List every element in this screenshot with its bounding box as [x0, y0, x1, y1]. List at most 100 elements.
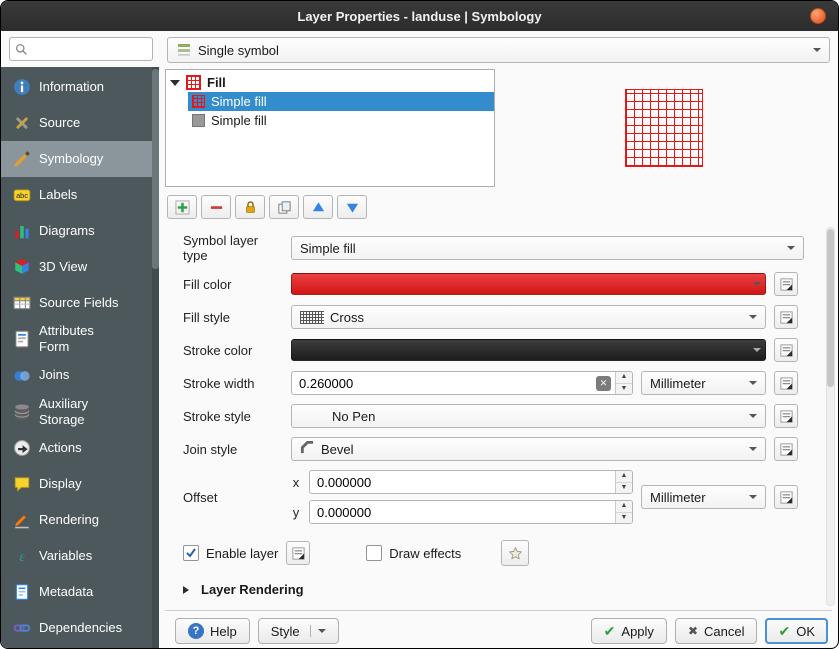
check-icon: ✔: [604, 623, 616, 640]
fill-style-override-button[interactable]: [774, 305, 798, 329]
offset-label: Offset: [183, 490, 283, 505]
star-icon: [508, 546, 523, 561]
join-style-value: Bevel: [321, 442, 354, 457]
renderer-combo[interactable]: Single symbol: [167, 37, 830, 63]
stroke-width-override-button[interactable]: [774, 371, 798, 395]
stroke-style-combo[interactable]: No Pen: [291, 404, 766, 428]
symbol-tree-root[interactable]: Fill: [166, 73, 494, 92]
minus-icon: [209, 200, 224, 215]
lock-colors-button[interactable]: [235, 195, 265, 219]
stroke-width-spin-buttons[interactable]: ▲▼: [615, 372, 632, 394]
data-defined-icon: [779, 310, 794, 325]
sidebar-item-labels[interactable]: abc Labels: [1, 177, 159, 213]
metadata-icon: [13, 583, 31, 601]
stroke-width-unit-combo[interactable]: Millimeter: [641, 371, 766, 395]
data-defined-icon: [779, 409, 794, 424]
stroke-width-input[interactable]: [292, 376, 596, 391]
dependencies-icon: [13, 619, 31, 637]
titlebar[interactable]: Layer Properties - landuse | Symbology: [1, 1, 838, 31]
sidebar-scrollbar[interactable]: [152, 67, 159, 649]
data-defined-icon: [779, 490, 794, 505]
stroke-width-spinbox: ✕ ▲▼: [291, 371, 633, 395]
fill-color-label: Fill color: [183, 277, 283, 292]
sidebar-item-variables[interactable]: ε Variables: [1, 538, 159, 574]
help-icon: ?: [188, 623, 204, 639]
close-button[interactable]: [810, 8, 826, 24]
cancel-button[interactable]: ✖ Cancel: [675, 618, 758, 644]
sidebar-item-source-fields[interactable]: Source Fields: [1, 285, 159, 321]
layer-options-row: Enable layer Draw effects: [183, 540, 832, 566]
duplicate-symbol-layer-button[interactable]: [269, 195, 299, 219]
ok-button[interactable]: ✔ OK: [765, 618, 828, 644]
draw-effects-label: Draw effects: [389, 546, 461, 561]
sidebar-item-diagrams[interactable]: Diagrams: [1, 213, 159, 249]
style-dropdown[interactable]: [310, 625, 326, 637]
sidebar: Information Source Symbology abc Labels …: [1, 67, 159, 649]
fill-style-combo[interactable]: Cross: [291, 305, 766, 329]
stroke-width-label: Stroke width: [183, 376, 283, 391]
sidebar-item-actions[interactable]: Actions: [1, 430, 159, 466]
auxiliary-storage-icon: [13, 403, 31, 421]
clear-icon[interactable]: ✕: [596, 376, 611, 391]
sidebar-item-information[interactable]: Information: [1, 69, 159, 105]
join-style-combo[interactable]: Bevel: [291, 437, 766, 461]
fill-color-override-button[interactable]: [774, 272, 798, 296]
draw-effects-checkbox[interactable]: Draw effects: [366, 545, 461, 561]
sidebar-item-dependencies[interactable]: Dependencies: [1, 610, 159, 646]
symbol-layer-label: Simple fill: [211, 94, 267, 109]
sidebar-item-metadata[interactable]: Metadata: [1, 574, 159, 610]
dialog-footer: ? Help Style ✔ Apply ✖ Cancel ✔: [165, 618, 832, 644]
fill-color-button[interactable]: [291, 273, 766, 295]
offset-unit-combo[interactable]: Millimeter: [641, 485, 766, 509]
offset-x-spinbox: ▲▼: [309, 470, 633, 494]
chevron-down-icon: [749, 414, 757, 422]
sidebar-item-joins[interactable]: Joins: [1, 358, 159, 394]
move-up-button[interactable]: [303, 195, 333, 219]
sidebar-item-source[interactable]: Source: [1, 105, 159, 141]
search-input[interactable]: [32, 42, 147, 56]
apply-button[interactable]: ✔ Apply: [591, 618, 667, 644]
style-button[interactable]: Style: [258, 618, 339, 644]
information-icon: [13, 78, 31, 96]
offset-x-spin-buttons[interactable]: ▲▼: [615, 471, 632, 493]
offset-x-input[interactable]: [310, 475, 615, 490]
offset-y-input[interactable]: [310, 505, 615, 520]
layer-rendering-section[interactable]: Layer Rendering: [183, 582, 832, 597]
effects-options-button[interactable]: [501, 540, 529, 566]
sidebar-item-rendering[interactable]: Rendering: [1, 502, 159, 538]
chevron-down-icon: [749, 447, 757, 455]
remove-symbol-layer-button[interactable]: [201, 195, 231, 219]
sidebar-item-symbology[interactable]: Symbology: [1, 141, 159, 177]
help-button[interactable]: ? Help: [175, 618, 250, 644]
form-scrollbar[interactable]: [826, 227, 835, 606]
sidebar-item-auxiliary-storage[interactable]: Auxiliary Storage: [1, 394, 159, 431]
stroke-style-override-button[interactable]: [774, 404, 798, 428]
offset-y-spinbox: ▲▼: [309, 500, 633, 524]
spin-up-icon: ▲: [616, 501, 632, 513]
sidebar-item-3d-view[interactable]: 3D View: [1, 249, 159, 285]
add-symbol-layer-button[interactable]: [167, 195, 197, 219]
symbol-layer-form: Symbol layer type Simple fill Fill color…: [165, 219, 832, 524]
x-icon: ✖: [688, 624, 698, 638]
stroke-color-override-button[interactable]: [774, 338, 798, 362]
enable-layer-checkbox[interactable]: Enable layer: [183, 545, 278, 561]
tree-expander-icon[interactable]: [170, 80, 180, 91]
svg-text:abc: abc: [16, 191, 28, 200]
sidebar-scrollbar-thumb[interactable]: [152, 69, 159, 269]
offset-y-spin-buttons[interactable]: ▲▼: [615, 501, 632, 523]
symbol-tree-toolbar: [167, 195, 832, 219]
chevron-down-icon: [753, 282, 761, 290]
chevron-down-icon: [813, 48, 821, 56]
sidebar-item-display[interactable]: Display: [1, 466, 159, 502]
offset-override-button[interactable]: [774, 485, 798, 509]
symbology-panel: Single symbol Fill Simple fill: [159, 31, 838, 649]
symbol-layer-item-1[interactable]: Simple fill: [188, 111, 494, 130]
symbol-layer-type-combo[interactable]: Simple fill: [291, 236, 804, 260]
enable-layer-override-button[interactable]: [286, 541, 310, 565]
stroke-color-button[interactable]: [291, 339, 766, 361]
sidebar-item-attributes-form[interactable]: Attributes Form: [1, 321, 159, 358]
symbol-layer-item-0[interactable]: Simple fill: [188, 92, 494, 111]
form-scrollbar-thumb[interactable]: [827, 229, 834, 387]
join-style-override-button[interactable]: [774, 437, 798, 461]
move-down-button[interactable]: [337, 195, 367, 219]
